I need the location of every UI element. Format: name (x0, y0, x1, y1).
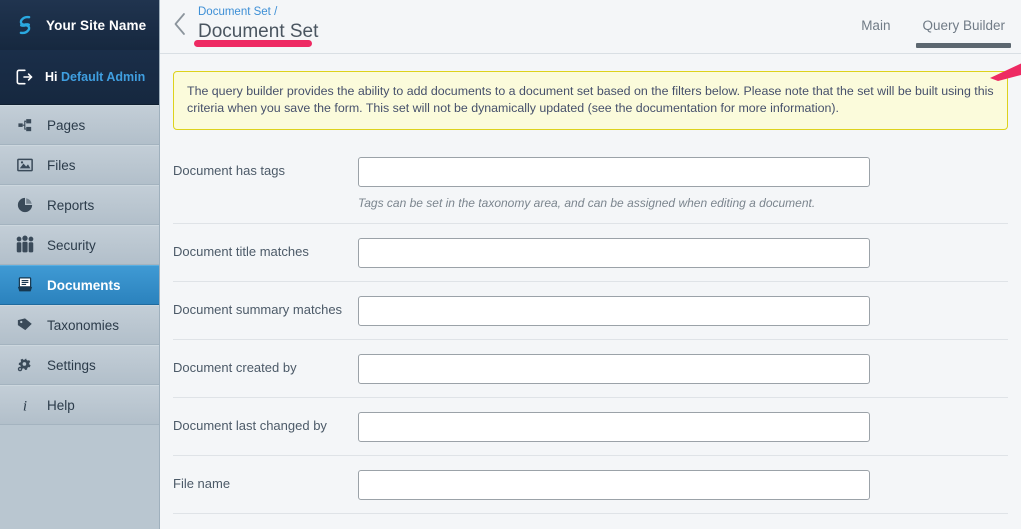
main-panel: Document Set / Document Set Main Query B… (160, 0, 1021, 529)
field-row-document-has-tags: Document has tags Tags can be set in the… (173, 143, 1008, 224)
content-area: The query builder provides the ability t… (160, 54, 1021, 529)
field-row-file-name: File name (173, 456, 1008, 514)
field-label: Document title matches (173, 244, 309, 259)
field-row-document-last-changed-by: Document last changed by (173, 398, 1008, 456)
field-label: Document summary matches (173, 302, 343, 317)
field-row-document-created-by: Document created by (173, 340, 1008, 398)
sidebar-item-help[interactable]: i Help (0, 385, 159, 425)
field-control (358, 470, 1008, 500)
sort-row: Sort the document set by: Last changed D… (173, 514, 1008, 529)
document-created-by-input[interactable] (358, 354, 870, 384)
sidebar-item-label: Reports (47, 197, 95, 213)
document-summary-matches-input[interactable] (358, 296, 870, 326)
document-last-changed-by-input[interactable] (358, 412, 870, 442)
svg-text:i: i (23, 398, 27, 414)
query-builder-form: Document has tags Tags can be set in the… (173, 143, 1008, 529)
sidebar-item-reports[interactable]: Reports (0, 185, 159, 225)
sitemap-icon (14, 114, 36, 136)
sidebar-user-row[interactable]: Hi Default Admin (0, 50, 159, 105)
tab-query-builder[interactable]: Query Builder (916, 0, 1011, 54)
field-row-document-title-matches: Document title matches (173, 224, 1008, 282)
file-name-input[interactable] (358, 470, 870, 500)
user-greeting: Hi (45, 70, 58, 84)
field-control (358, 296, 1008, 326)
app-root: Your Site Name Hi Default Admin Pages Fi… (0, 0, 1021, 529)
breadcrumb[interactable]: Document Set / (198, 5, 318, 19)
sidebar-nav: Pages Files Reports Security Documents T… (0, 105, 159, 425)
page-header: Document Set / Document Set Main Query B… (160, 0, 1021, 54)
field-row-document-summary-matches: Document summary matches (173, 282, 1008, 340)
sidebar-item-label: Settings (47, 357, 96, 373)
info-notice: The query builder provides the ability t… (173, 71, 1008, 130)
sidebar-item-label: Files (47, 157, 76, 173)
back-chevron-icon[interactable] (172, 11, 188, 37)
document-has-tags-input[interactable] (358, 157, 870, 187)
info-icon: i (14, 394, 36, 416)
people-icon (16, 235, 34, 253)
pie-chart-icon (14, 194, 36, 216)
field-control (358, 238, 1008, 268)
tab-bar: Main Query Builder (832, 0, 1011, 54)
sidebar-user-label: Hi Default Admin (45, 70, 145, 84)
sidebar-item-label: Security (47, 237, 96, 253)
field-label: File name (173, 476, 231, 491)
sidebar-item-label: Pages (47, 117, 86, 133)
tab-main[interactable]: Main (858, 0, 893, 54)
brand-name: Your Site Name (46, 17, 147, 33)
breadcrumb-and-title: Document Set / Document Set (198, 0, 318, 44)
sidebar-item-security[interactable]: Security (0, 225, 159, 265)
sidebar-item-label: Taxonomies (47, 317, 120, 333)
sidebar: Your Site Name Hi Default Admin Pages Fi… (0, 0, 160, 529)
sidebar-brand[interactable]: Your Site Name (0, 0, 159, 50)
field-label: Document created by (173, 360, 297, 375)
document-title-matches-input[interactable] (358, 238, 870, 268)
sidebar-item-pages[interactable]: Pages (0, 105, 159, 145)
sidebar-item-files[interactable]: Files (0, 145, 159, 185)
title-underline-annotation (194, 40, 312, 47)
sidebar-item-documents[interactable]: Documents (0, 265, 159, 305)
image-icon (14, 154, 36, 176)
field-label: Document last changed by (173, 418, 327, 433)
sidebar-item-settings[interactable]: Settings (0, 345, 159, 385)
sidebar-item-label: Help (47, 397, 75, 413)
sidebar-item-label: Documents (47, 277, 121, 293)
field-help-text: Tags can be set in the taxonomy area, an… (358, 196, 816, 210)
field-control (358, 354, 1008, 384)
logout-icon (14, 67, 34, 87)
user-name: Default Admin (60, 70, 146, 84)
tag-icon (14, 314, 36, 336)
logo-icon (14, 14, 36, 36)
field-control (358, 412, 1008, 442)
sidebar-item-taxonomies[interactable]: Taxonomies (0, 305, 159, 345)
gear-icon (14, 354, 36, 376)
field-label: Document has tags (173, 163, 286, 178)
field-control: Tags can be set in the taxonomy area, an… (358, 157, 1008, 210)
documents-icon (14, 274, 36, 296)
